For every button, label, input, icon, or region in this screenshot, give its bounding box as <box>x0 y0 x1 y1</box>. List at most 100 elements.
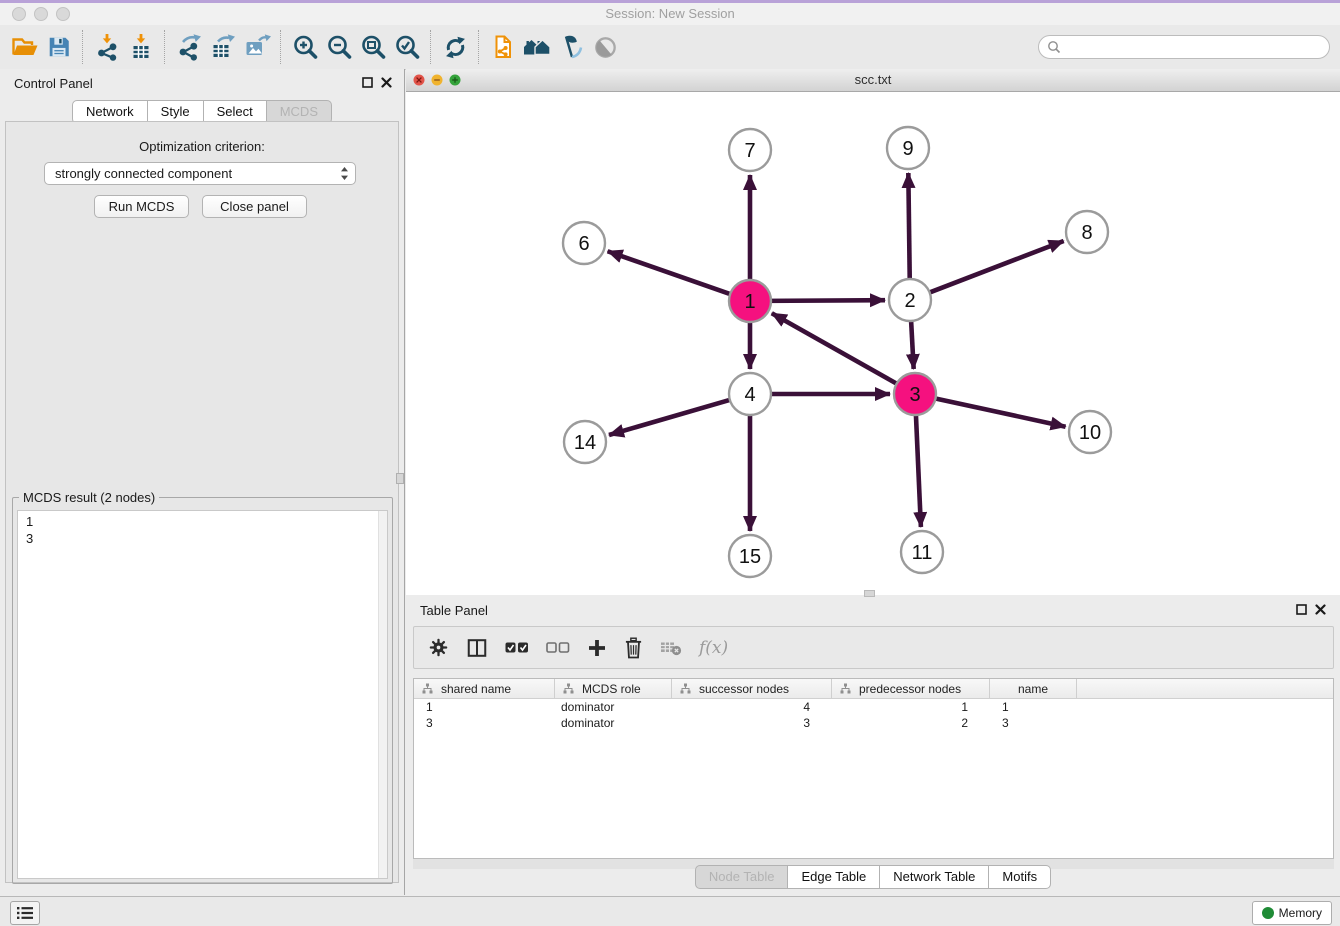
graph-edge-2-8[interactable] <box>927 241 1064 294</box>
mcds-result-group: MCDS result (2 nodes) 13 <box>12 497 393 884</box>
mcds-result-list[interactable]: 13 <box>17 510 388 879</box>
tab-network-table[interactable]: Network Table <box>880 865 989 889</box>
table-tabs: Node TableEdge TableNetwork TableMotifs <box>406 865 1340 889</box>
graph-edge-2-9[interactable] <box>908 173 909 282</box>
graph-node-11[interactable]: 11 <box>901 531 943 573</box>
mcds-result-title: MCDS result (2 nodes) <box>19 490 159 505</box>
table-row[interactable]: 3dominator323 <box>414 715 1333 731</box>
graph-node-9[interactable]: 9 <box>887 127 929 169</box>
tab-edge-table[interactable]: Edge Table <box>788 865 880 889</box>
table-cell[interactable]: 3 <box>990 715 1077 731</box>
graph-edge-4-14[interactable] <box>609 399 733 435</box>
memory-button[interactable]: Memory <box>1252 901 1332 925</box>
column-header-MCDS-role[interactable]: MCDS role <box>555 679 672 698</box>
table-cell[interactable]: 2 <box>832 715 990 731</box>
close-table-panel-icon[interactable] <box>1315 604 1326 615</box>
task-history-button[interactable] <box>10 901 40 925</box>
table-toolbar: f(x) <box>413 626 1334 669</box>
hierarchy-icon <box>422 683 433 694</box>
import-network-icon[interactable] <box>90 30 124 64</box>
save-session-icon[interactable] <box>42 30 76 64</box>
close-panel-icon[interactable] <box>381 77 392 88</box>
window-titlebar: Session: New Session <box>0 3 1340 25</box>
table-cell[interactable]: 3 <box>414 715 555 731</box>
network-canvas[interactable]: 7 9 6 8 1 2 4 3 14 10 15 11 <box>406 92 1340 595</box>
column-header-successor-nodes[interactable]: successor nodes <box>672 679 832 698</box>
select-all-checkboxes-icon[interactable] <box>505 641 529 654</box>
graph-node-label: 9 <box>902 138 913 160</box>
zoom-selected-icon[interactable] <box>390 30 424 64</box>
column-header-name[interactable]: name <box>990 679 1077 698</box>
export-image-icon[interactable] <box>240 30 274 64</box>
settings-gear-icon[interactable] <box>428 637 449 658</box>
export-network-icon[interactable] <box>172 30 206 64</box>
criterion-select[interactable]: strongly connected component <box>44 162 356 185</box>
result-scrollbar[interactable] <box>378 511 387 878</box>
graph-node-14[interactable]: 14 <box>564 421 606 463</box>
column-label: predecessor nodes <box>859 682 961 696</box>
horizontal-splitter-handle[interactable] <box>864 590 875 597</box>
tab-node-table[interactable]: Node Table <box>695 865 789 889</box>
open-folder-icon[interactable] <box>8 30 42 64</box>
show-graphics-details-icon[interactable] <box>588 30 622 64</box>
table-cell[interactable]: 1 <box>990 699 1077 715</box>
zoom-in-icon[interactable] <box>288 30 322 64</box>
graph-node-1[interactable]: 1 <box>729 280 771 322</box>
table-panel: Table Panel <box>406 598 1340 895</box>
hierarchy-icon <box>840 683 851 694</box>
graph-node-4[interactable]: 4 <box>729 373 771 415</box>
graph-node-10[interactable]: 10 <box>1069 411 1111 453</box>
table-cell[interactable]: 1 <box>414 699 555 715</box>
graph-edge-3-1[interactable] <box>772 313 900 385</box>
export-table-icon[interactable] <box>206 30 240 64</box>
float-panel-icon[interactable] <box>362 77 373 88</box>
search-input[interactable] <box>1061 39 1321 55</box>
table-cell[interactable]: dominator <box>555 715 672 731</box>
column-header-shared-name[interactable]: shared name <box>414 679 555 698</box>
graph-node-7[interactable]: 7 <box>729 129 771 171</box>
vertical-splitter-handle[interactable] <box>396 473 404 484</box>
table-row[interactable]: 1dominator411 <box>414 699 1333 715</box>
mcds-result-item: 1 <box>26 513 387 530</box>
zoom-out-icon[interactable] <box>322 30 356 64</box>
run-mcds-button[interactable]: Run MCDS <box>94 195 189 218</box>
show-column-icon[interactable] <box>466 637 488 659</box>
graph-edge-3-10[interactable] <box>933 398 1066 427</box>
graph-edge-1-6[interactable] <box>608 251 733 295</box>
control-panel: Control Panel NetworkStyleSelectMCDS Opt… <box>0 69 405 895</box>
network-graph: 7 9 6 8 1 2 4 3 14 10 15 11 <box>406 92 1340 595</box>
style-preview-icon[interactable] <box>554 30 588 64</box>
apply-function-icon: f(x) <box>699 638 728 658</box>
home-view-icon[interactable] <box>520 30 554 64</box>
graph-node-label: 3 <box>909 384 920 406</box>
node-table-body: 1dominator4113dominator323 <box>414 699 1333 731</box>
table-cell[interactable]: dominator <box>555 699 672 715</box>
table-cell[interactable]: 4 <box>672 699 832 715</box>
refresh-layout-icon[interactable] <box>438 30 472 64</box>
table-cell[interactable]: 3 <box>672 715 832 731</box>
graph-node-2[interactable]: 2 <box>889 279 931 321</box>
optimization-criterion-label: Optimization criterion: <box>0 139 404 154</box>
graph-edge-2-3[interactable] <box>911 318 914 369</box>
add-column-icon[interactable] <box>587 638 607 658</box>
column-header-predecessor-nodes[interactable]: predecessor nodes <box>832 679 990 698</box>
graph-node-3[interactable]: 3 <box>894 373 936 415</box>
graph-node-6[interactable]: 6 <box>563 222 605 264</box>
close-panel-button[interactable]: Close panel <box>202 195 307 218</box>
search-icon <box>1047 40 1061 54</box>
float-table-panel-icon[interactable] <box>1296 604 1307 615</box>
tab-motifs[interactable]: Motifs <box>989 865 1051 889</box>
graph-edge-1-2[interactable] <box>768 300 885 301</box>
memory-status-icon <box>1262 907 1274 919</box>
graph-node-label: 1 <box>744 291 755 313</box>
table-cell[interactable]: 1 <box>832 699 990 715</box>
fit-content-icon[interactable] <box>356 30 390 64</box>
graph-node-8[interactable]: 8 <box>1066 211 1108 253</box>
network-window-titlebar[interactable]: scc.txt <box>406 69 1340 92</box>
graph-node-15[interactable]: 15 <box>729 535 771 577</box>
import-table-icon[interactable] <box>124 30 158 64</box>
delete-column-icon[interactable] <box>624 637 643 659</box>
deselect-all-checkboxes-icon[interactable] <box>546 641 570 654</box>
graph-edge-3-11[interactable] <box>916 412 921 527</box>
clone-network-icon[interactable] <box>486 30 520 64</box>
